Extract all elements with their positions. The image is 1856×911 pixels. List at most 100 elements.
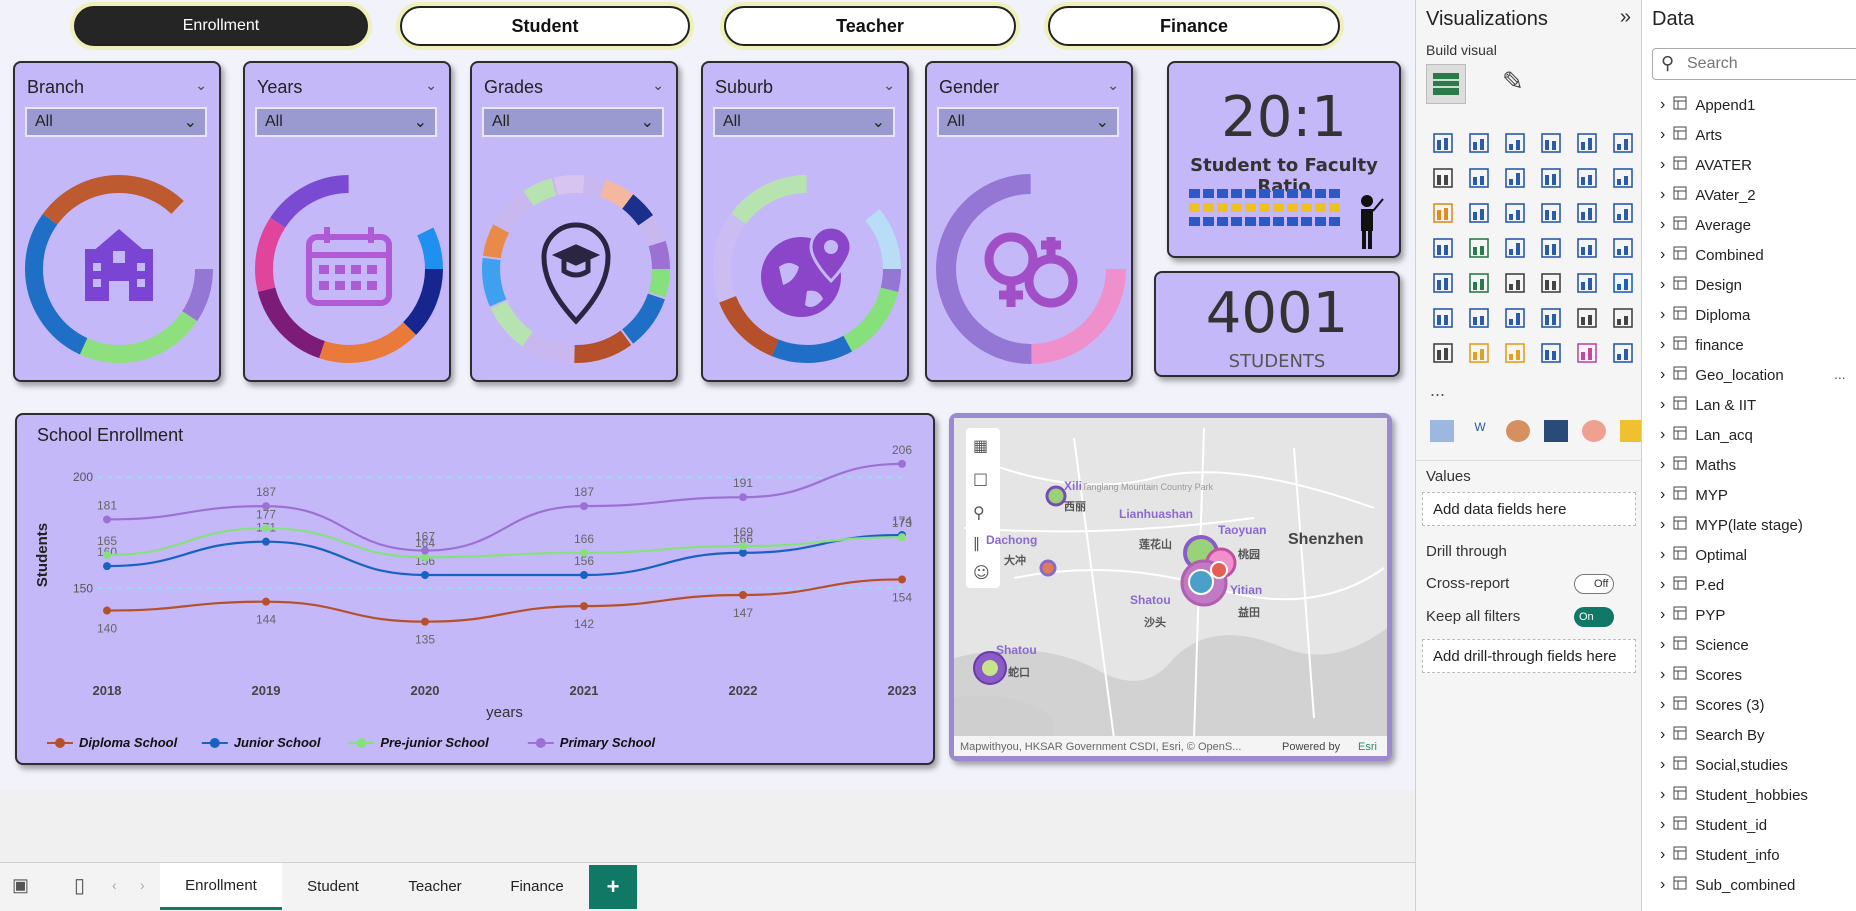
smart-narrative-visual-icon[interactable]: [1574, 305, 1600, 331]
chevron-right-icon[interactable]: ›: [1660, 756, 1665, 774]
nav-button-finance[interactable]: Finance: [1048, 6, 1340, 46]
years-donut-chart[interactable]: [251, 171, 447, 367]
gender-donut-chart[interactable]: [933, 171, 1129, 367]
data-table-item[interactable]: › Maths: [1660, 456, 1736, 474]
kpi-visual-icon[interactable]: [1466, 270, 1492, 296]
data-table-item[interactable]: › Arts: [1660, 126, 1722, 144]
tab-teacher[interactable]: Teacher: [385, 863, 485, 910]
data-table-item[interactable]: › MYP(late stage): [1660, 516, 1803, 534]
chevron-right-icon[interactable]: ›: [1660, 306, 1665, 324]
chevron-right-icon[interactable]: ›: [1660, 366, 1665, 384]
power-automate-visual-icon[interactable]: [1502, 340, 1528, 366]
slicer-dropdown-gender[interactable]: All ⌄: [937, 107, 1119, 137]
stacked-area-visual-icon[interactable]: [1502, 165, 1528, 191]
tab-finance[interactable]: Finance: [487, 863, 587, 910]
chevron-down-icon[interactable]: ⌄: [1107, 77, 1119, 94]
arcgis-visual-icon[interactable]: [1538, 340, 1564, 366]
data-table-item[interactable]: › Lan & IIT: [1660, 396, 1756, 414]
chevron-right-icon[interactable]: ›: [1660, 246, 1665, 264]
stacked-column-visual-icon[interactable]: [1466, 130, 1492, 156]
multirow-card-visual-icon[interactable]: [1430, 270, 1456, 296]
scroll-left-icon[interactable]: ‹: [112, 877, 117, 893]
map-visual-icon[interactable]: [1466, 235, 1492, 261]
chevron-visual-icon[interactable]: [1610, 340, 1636, 366]
chevron-right-icon[interactable]: ›: [1660, 546, 1665, 564]
grades-donut-chart[interactable]: [478, 171, 674, 367]
card-visual-icon[interactable]: [1610, 235, 1636, 261]
chevron-right-icon[interactable]: ›: [1660, 186, 1665, 204]
chevron-down-icon[interactable]: ⌄: [195, 77, 207, 94]
keep-filters-toggle[interactable]: On: [1574, 607, 1614, 627]
donut-visual-icon[interactable]: [1610, 200, 1636, 226]
chevron-right-icon[interactable]: ›: [1660, 156, 1665, 174]
data-table-item[interactable]: › P.ed: [1660, 576, 1724, 594]
chevron-right-icon[interactable]: ›: [1660, 576, 1665, 594]
add-page-button[interactable]: +: [589, 865, 637, 909]
slicer-dropdown-suburb[interactable]: All ⌄: [713, 107, 895, 137]
qa-visual-icon[interactable]: [1538, 305, 1564, 331]
chevron-right-icon[interactable]: ›: [1660, 636, 1665, 654]
branch-donut-chart[interactable]: [21, 171, 217, 367]
100-bar-visual-icon[interactable]: [1574, 130, 1600, 156]
nav-button-teacher[interactable]: Teacher: [724, 6, 1016, 46]
chevron-right-icon[interactable]: ›: [1660, 666, 1665, 684]
data-table-item[interactable]: › Science: [1660, 636, 1749, 654]
chevron-down-icon[interactable]: ⌄: [652, 77, 664, 94]
r-script-visual-icon[interactable]: [1610, 270, 1636, 296]
more-visuals-icon[interactable]: ...: [1430, 380, 1445, 401]
table-visual-icon[interactable]: [1538, 270, 1564, 296]
diamond-visual-icon[interactable]: [1574, 340, 1600, 366]
data-table-item[interactable]: › Student_id: [1660, 816, 1767, 834]
chevron-right-icon[interactable]: ›: [1660, 726, 1665, 744]
chevron-right-icon[interactable]: ›: [1660, 486, 1665, 504]
image-visual-icon[interactable]: [1430, 420, 1454, 442]
chevron-right-icon[interactable]: ›: [1660, 516, 1665, 534]
area-visual-icon[interactable]: [1466, 165, 1492, 191]
paginated-visual-icon[interactable]: [1430, 340, 1456, 366]
line-chart-card[interactable]: School Enrollment 200 150 2018 2019 2020 2021…: [15, 413, 935, 765]
slicer-dropdown-years[interactable]: All ⌄: [255, 107, 437, 137]
data-table-item[interactable]: › finance: [1660, 336, 1744, 354]
funnel-column-visual-icon[interactable]: [1610, 165, 1636, 191]
chevron-right-icon[interactable]: ›: [1660, 456, 1665, 474]
chevron-right-icon[interactable]: ›: [1660, 216, 1665, 234]
data-search-box[interactable]: ⚲: [1652, 48, 1856, 80]
chevron-down-icon[interactable]: ⌄: [883, 77, 895, 94]
chevron-right-icon[interactable]: ›: [1660, 606, 1665, 624]
chevron-right-icon[interactable]: ›: [1660, 816, 1665, 834]
waterfall-visual-icon[interactable]: [1574, 165, 1600, 191]
suburb-donut-chart[interactable]: [709, 171, 905, 367]
100-column-visual-icon[interactable]: [1610, 130, 1636, 156]
chevron-right-icon[interactable]: ›: [1660, 846, 1665, 864]
chevron-right-icon[interactable]: ›: [1660, 876, 1665, 894]
map-card[interactable]: ▦ □ ⚲ ‖ ☺ Xili 西丽 Tanglang Mountain Coun…: [949, 413, 1392, 761]
chevron-right-icon[interactable]: ›: [1660, 96, 1665, 114]
data-table-item[interactable]: › Diploma: [1660, 306, 1750, 324]
clustered-bar-visual-icon[interactable]: [1502, 130, 1528, 156]
nav-button-student[interactable]: Student: [400, 6, 690, 46]
desktop-view-icon[interactable]: ▣: [12, 875, 29, 896]
pie-visual-icon[interactable]: [1574, 200, 1600, 226]
add-drill-through-well[interactable]: Add drill-through fields here: [1422, 639, 1636, 673]
treemap-visual-icon[interactable]: [1430, 235, 1456, 261]
data-search-input[interactable]: [1687, 53, 1856, 75]
wordcloud-visual-icon[interactable]: W: [1468, 420, 1492, 442]
decomposition-visual-icon[interactable]: [1502, 305, 1528, 331]
person-visual-icon[interactable]: [1582, 420, 1606, 442]
data-table-item[interactable]: › Student_hobbies: [1660, 786, 1808, 804]
line-stacked-visual-icon[interactable]: [1466, 200, 1492, 226]
filled-map-visual-icon[interactable]: [1502, 235, 1528, 261]
power-apps-visual-icon[interactable]: [1466, 340, 1492, 366]
data-table-item[interactable]: › Average: [1660, 216, 1751, 234]
gauge-visual-icon[interactable]: [1506, 420, 1530, 442]
line-clustered-visual-icon[interactable]: [1430, 200, 1456, 226]
data-table-item[interactable]: › Student_info: [1660, 846, 1780, 864]
gauge-visual-icon[interactable]: [1574, 235, 1600, 261]
format-visual-icon[interactable]: ✎: [1502, 66, 1524, 97]
slicer-dropdown-grades[interactable]: All ⌄: [482, 107, 664, 137]
ribbon-visual-icon[interactable]: [1538, 165, 1564, 191]
line-chart[interactable]: 200 150 2018 2019 2020 2021 2022 2023 years Stude…: [17, 415, 933, 763]
data-table-item[interactable]: › PYP: [1660, 606, 1725, 624]
key-influencers-visual-icon[interactable]: [1466, 305, 1492, 331]
map-visual[interactable]: ▦ □ ⚲ ‖ ☺ Xili 西丽 Tanglang Mountain Coun…: [954, 418, 1387, 756]
